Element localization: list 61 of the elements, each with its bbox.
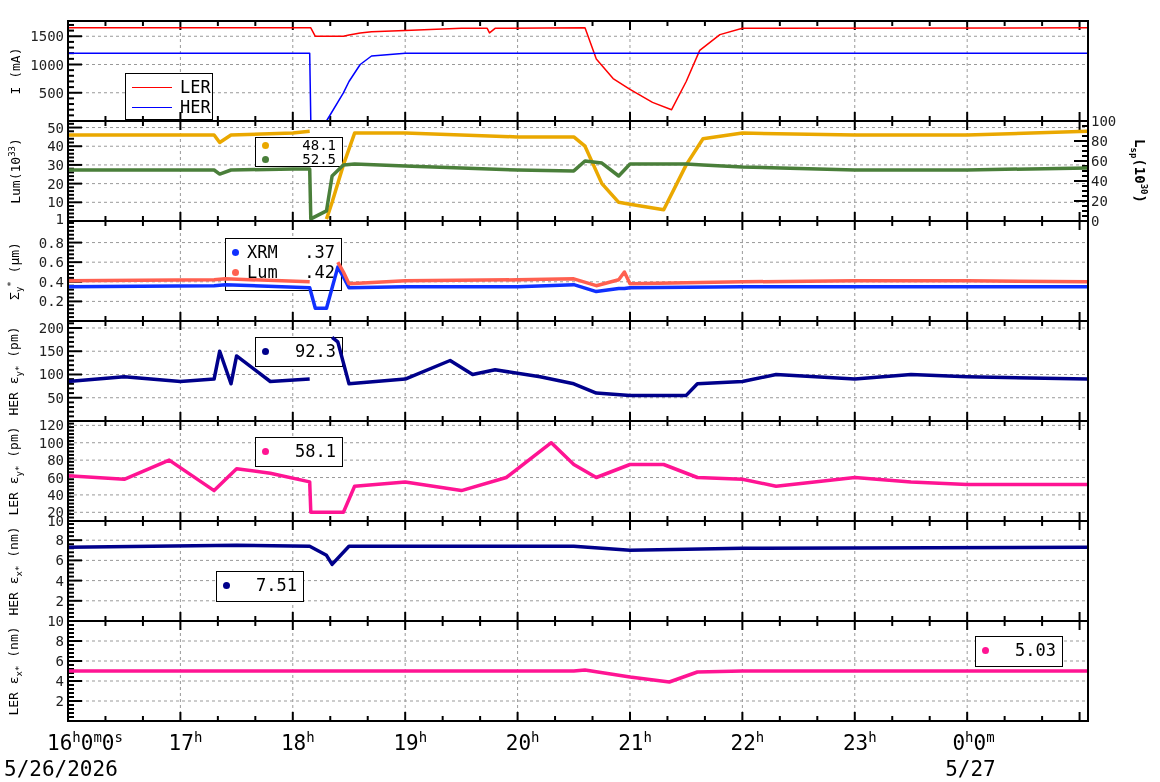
legend-label: HER <box>180 97 211 117</box>
legend-label: XRM <box>247 242 279 262</box>
tick-label: 10 <box>47 194 64 211</box>
tick-label: 2 <box>55 592 64 609</box>
tick-label: 0.8 <box>38 234 64 251</box>
tick-label: 50 <box>47 389 64 406</box>
tick-label: 200 <box>38 320 64 336</box>
tick-label: 0.4 <box>38 273 64 290</box>
tick-label: 6 <box>55 653 64 669</box>
tick-label: 80 <box>47 452 64 469</box>
tick-label: 8 <box>55 633 64 649</box>
tick-label: 80 <box>1091 133 1108 149</box>
readout-value: 92.3 <box>294 341 336 361</box>
tick-label: 6 <box>55 552 64 569</box>
readout-value: 7.51 <box>255 575 297 595</box>
tick-label: 21$^{h}$ <box>618 728 652 755</box>
tick-label: 120 <box>38 417 64 434</box>
readout-value: 52.5 <box>301 151 336 167</box>
tick-label: 22$^{h}$ <box>730 728 765 755</box>
tick-label: 150 <box>38 343 64 360</box>
tick-label: 19$^{h}$ <box>393 728 428 755</box>
tick-label: 40 <box>47 486 64 503</box>
tick-label: 18$^{h}$ <box>280 728 315 755</box>
tick-label: 50 <box>47 119 64 136</box>
legend-value: .37 <box>304 242 335 262</box>
tick-label: 60 <box>47 469 64 486</box>
tick-label: 100 <box>38 434 64 451</box>
tick-label: 100 <box>1091 113 1117 129</box>
tick-label: 500 <box>38 84 64 101</box>
tick-label: 1000 <box>30 56 64 73</box>
tick-label: 8 <box>55 532 64 549</box>
readout-value: 48.1 <box>301 137 336 153</box>
tick-label: 2 <box>55 693 64 709</box>
readout-value: 58.1 <box>294 441 336 461</box>
tick-label: 17$^{h}$ <box>168 728 203 755</box>
tick-label: 1500 <box>30 28 64 45</box>
tick-label: 40 <box>47 138 64 155</box>
date-label: 5/26/2026 <box>4 757 118 781</box>
legend-label: Lum <box>247 262 279 282</box>
tick-label: 30 <box>47 156 64 173</box>
tick-label: 16$^{h}$0$^{m}$0$^{s}$ <box>47 728 123 755</box>
tick-label: 20 <box>1091 193 1108 209</box>
legend-label: LER <box>180 77 211 97</box>
tick-label: 0$^{h}$0$^{m}$ <box>952 728 995 755</box>
tick-label: 0.2 <box>38 293 64 310</box>
tick-label: 0 <box>1091 213 1100 229</box>
date-label: 5/27 <box>945 757 996 781</box>
tick-label: 60 <box>1091 153 1108 169</box>
tick-label: 100 <box>38 366 64 383</box>
tick-label: 0.6 <box>38 254 64 271</box>
tick-label: 1 <box>55 211 64 228</box>
tick-label: 20 <box>47 175 64 192</box>
axis-label: I (mA) <box>7 47 23 95</box>
legend-value: .42 <box>304 262 335 282</box>
readout-value: 5.03 <box>1014 640 1056 660</box>
tick-label: 10 <box>47 613 64 629</box>
tick-label: 40 <box>1091 173 1108 189</box>
tick-label: 4 <box>55 572 64 589</box>
tick-label: 20$^{h}$ <box>505 728 540 755</box>
tick-label: 4 <box>55 673 64 689</box>
tick-label: 23$^{h}$ <box>842 728 877 755</box>
